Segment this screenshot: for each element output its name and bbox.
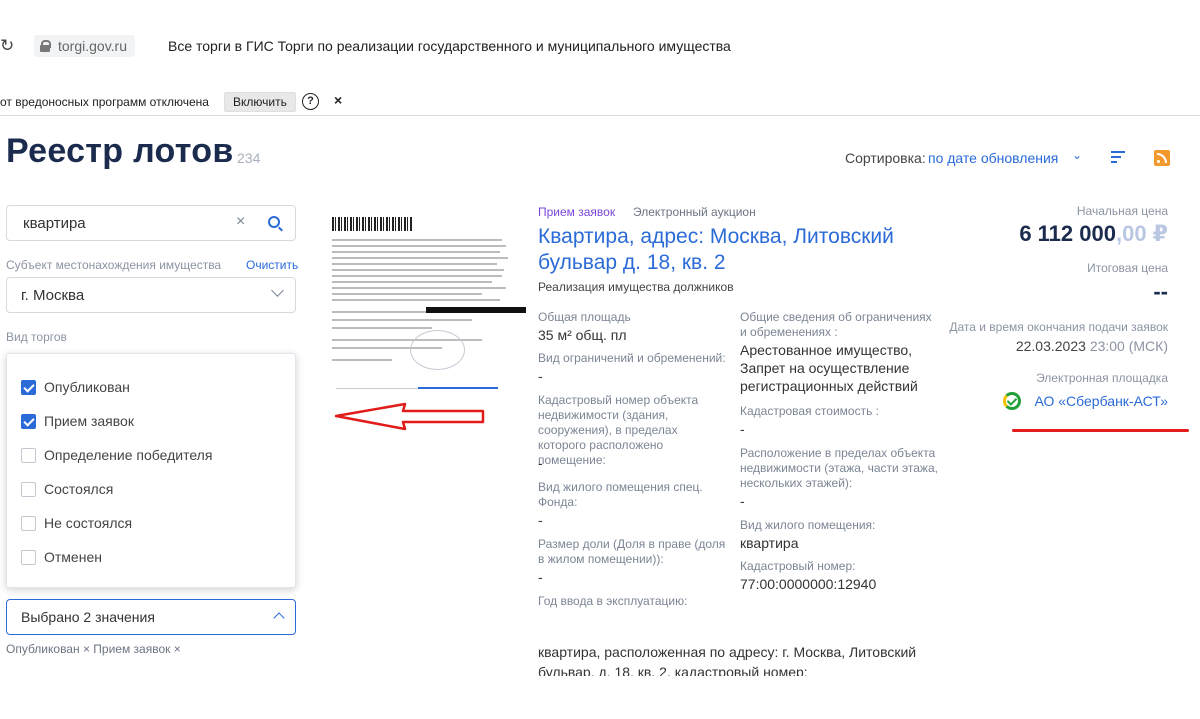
clear-search-icon[interactable]: × <box>236 213 245 231</box>
search-input[interactable]: квартира × <box>6 205 296 241</box>
field-value: - <box>538 368 543 384</box>
option-label: Прием заявок <box>44 413 134 429</box>
subject-label: Субъект местонахождения имущества <box>6 258 222 272</box>
field-label: Общая площадь <box>538 310 631 324</box>
field-value: - <box>538 569 543 585</box>
lot-status-badge: Прием заявок <box>538 205 616 219</box>
deadline-label: Дата и время окончания подачи заявок <box>949 320 1168 334</box>
reload-icon[interactable]: ↻ <box>0 36 14 56</box>
status-option-cancelled[interactable]: Отменен <box>21 547 102 567</box>
status-select-value: Выбрано 2 значения <box>21 609 155 625</box>
start-price-label: Начальная цена <box>1076 204 1168 218</box>
field-value: 77:00:0000000:12940 <box>740 576 877 592</box>
option-label: Опубликован <box>44 379 130 395</box>
status-option-winner[interactable]: Определение победителя <box>21 445 212 465</box>
platform-label: Электронная площадка <box>1036 371 1168 385</box>
selected-chips[interactable]: Опубликован × Прием заявок × <box>6 642 181 656</box>
lot-subtitle: Реализация имущества должников <box>538 280 734 294</box>
field-label: Общие сведения об ограничениях и обремен… <box>740 310 932 339</box>
field-label: Кадастровый номер объекта недвижимости (… <box>538 393 699 467</box>
protection-warning-bar: от вредоносных программ отключена Включи… <box>0 89 1200 116</box>
status-option-published[interactable]: Опубликован <box>21 377 130 397</box>
field-label: Год ввода в эксплуатацию: <box>538 594 688 608</box>
search-icon[interactable] <box>268 216 280 228</box>
field-label: Размер доли (Доля в праве (доля в жилом … <box>538 537 726 566</box>
start-price-decimal: ,00 ₽ <box>1115 221 1168 246</box>
field-label: Вид ограничений и обременений: <box>538 351 726 365</box>
option-label: Отменен <box>44 549 102 565</box>
barcode <box>332 217 412 231</box>
chevron-down-icon[interactable]: ⌄ <box>1072 148 1082 162</box>
chevron-up-icon <box>273 612 285 624</box>
checkbox-icon[interactable] <box>21 413 36 429</box>
field-label: Кадастровая стоимость : <box>740 404 880 418</box>
sort-dropdown[interactable]: по дате обновления <box>928 150 1058 166</box>
checkbox-icon[interactable] <box>21 481 36 497</box>
deadline-time: 23:00 (МСК) <box>1089 338 1168 354</box>
lock-icon <box>40 40 51 52</box>
lot-description: квартира, расположенная по адресу: г. Мо… <box>538 644 917 676</box>
field-value: - <box>538 455 543 471</box>
chevron-down-icon <box>271 284 284 297</box>
status-option-accepting[interactable]: Прием заявок <box>21 411 134 431</box>
region-select[interactable]: г. Москва <box>6 277 296 313</box>
url-field[interactable]: torgi.gov.ru <box>34 35 135 57</box>
status-dropdown-menu: Опубликован Прием заявок Определение поб… <box>6 353 296 588</box>
stamp-mark <box>410 330 465 370</box>
sber-logo-icon <box>1003 392 1021 410</box>
start-price-main: 6 112 000 <box>1019 221 1116 246</box>
close-icon[interactable]: × <box>334 92 342 108</box>
checkbox-icon[interactable] <box>21 549 36 565</box>
url-text: torgi.gov.ru <box>58 38 127 54</box>
search-input-value: квартира <box>23 215 86 232</box>
help-icon[interactable]: ? <box>302 93 319 110</box>
field-value: квартира <box>740 535 799 551</box>
browser-address-bar: ↻ torgi.gov.ru Все торги в ГИС Торги по … <box>0 0 1200 88</box>
deadline-value: 22.03.2023 23:00 (МСК) <box>1016 338 1168 354</box>
final-price-label: Итоговая цена <box>1087 261 1168 275</box>
platform-link[interactable]: АО «Сбербанк-АСТ» <box>1034 393 1168 409</box>
field-value: - <box>740 421 745 437</box>
status-option-not-held[interactable]: Не состоялся <box>21 513 132 533</box>
status-option-held[interactable]: Состоялся <box>21 479 113 499</box>
deadline-date: 22.03.2023 <box>1015 338 1086 354</box>
final-price: -- <box>1153 279 1168 304</box>
checkbox-icon[interactable] <box>21 515 36 531</box>
redaction-bar <box>426 307 526 313</box>
start-price: 6 112 000,00 ₽ <box>1019 221 1168 247</box>
enable-button[interactable]: Включить <box>224 92 296 112</box>
annotation-arrow <box>334 402 485 431</box>
warning-text: от вредоносных программ отключена <box>0 95 209 109</box>
lot-title-link[interactable]: Квартира, адрес: Москва, Литовский бульв… <box>538 224 938 276</box>
field-label: Расположение в пределах объекта недвижим… <box>740 446 938 490</box>
field-value: 35 м² общ. пл <box>538 327 627 343</box>
image-slider-active[interactable] <box>418 387 498 389</box>
option-label: Состоялся <box>44 481 114 497</box>
annotation-underline <box>1012 429 1189 432</box>
sort-label: Сортировка: <box>845 150 926 166</box>
field-label: Вид жилого помещения: <box>740 518 876 532</box>
field-value: - <box>740 493 745 509</box>
field-label: Кадастровый номер: <box>740 559 856 573</box>
option-label: Не состоялся <box>44 515 133 531</box>
page-title: Реестр лотов <box>6 132 234 170</box>
option-label: Определение победителя <box>44 447 213 463</box>
field-value: - <box>538 512 543 528</box>
page-title-text: Все торги в ГИС Торги по реализации госу… <box>168 38 731 54</box>
rss-icon[interactable] <box>1154 150 1170 166</box>
auction-type: Электронный аукцион <box>633 205 756 219</box>
checkbox-icon[interactable] <box>21 379 36 395</box>
status-select[interactable]: Выбрано 2 значения <box>6 599 296 635</box>
field-value: Арестованное имущество, Запрет на осущес… <box>740 342 918 394</box>
clear-filters-link[interactable]: Очистить <box>246 258 298 272</box>
lot-count: 234 <box>237 150 261 166</box>
checkbox-icon[interactable] <box>21 447 36 463</box>
trade-type-label: Вид торгов <box>6 330 67 344</box>
filter-lines-icon[interactable] <box>1111 151 1125 165</box>
field-label: Вид жилого помещения спец. Фонда: <box>538 480 703 509</box>
region-value: г. Москва <box>21 287 85 304</box>
